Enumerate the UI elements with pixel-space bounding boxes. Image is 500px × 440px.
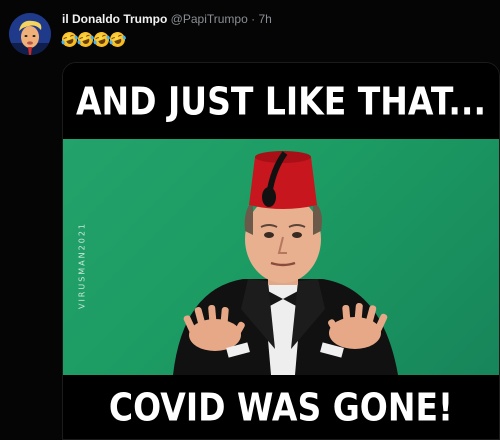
display-name[interactable]: il Donaldo Trumpo bbox=[62, 12, 167, 26]
watermark: VIRUSMAN2021 bbox=[77, 221, 87, 310]
tweet-text bbox=[59, 29, 128, 50]
avatar-image bbox=[9, 13, 51, 55]
separator: · bbox=[251, 12, 256, 26]
magician-figure-illustration bbox=[173, 151, 398, 375]
meme-bottom-caption-area: COVID WAS GONE! bbox=[63, 375, 499, 439]
avatar[interactable] bbox=[9, 13, 51, 55]
timestamp[interactable]: 7h bbox=[258, 12, 271, 26]
meme-top-caption-area: AND JUST LIKE THAT... bbox=[63, 63, 499, 139]
rolling-on-floor-laughing-icon bbox=[107, 29, 128, 50]
rolling-on-floor-laughing-icon bbox=[59, 29, 80, 50]
handle[interactable]: @PapiTrumpo bbox=[171, 12, 248, 26]
rolling-on-floor-laughing-icon bbox=[91, 29, 112, 50]
meme-photo: VIRUSMAN2021 bbox=[63, 139, 499, 375]
rolling-on-floor-laughing-icon bbox=[75, 29, 96, 50]
tweet-header: il Donaldo Trumpo @PapiTrumpo · 7h bbox=[62, 12, 272, 26]
tweet: il Donaldo Trumpo @PapiTrumpo · 7h AND J… bbox=[0, 0, 500, 440]
meme-top-text: AND JUST LIKE THAT... bbox=[75, 78, 486, 124]
tweet-media-image[interactable]: AND JUST LIKE THAT... VIRUSMAN2021 COVID… bbox=[62, 62, 500, 440]
meme-bottom-text: COVID WAS GONE! bbox=[108, 384, 454, 430]
